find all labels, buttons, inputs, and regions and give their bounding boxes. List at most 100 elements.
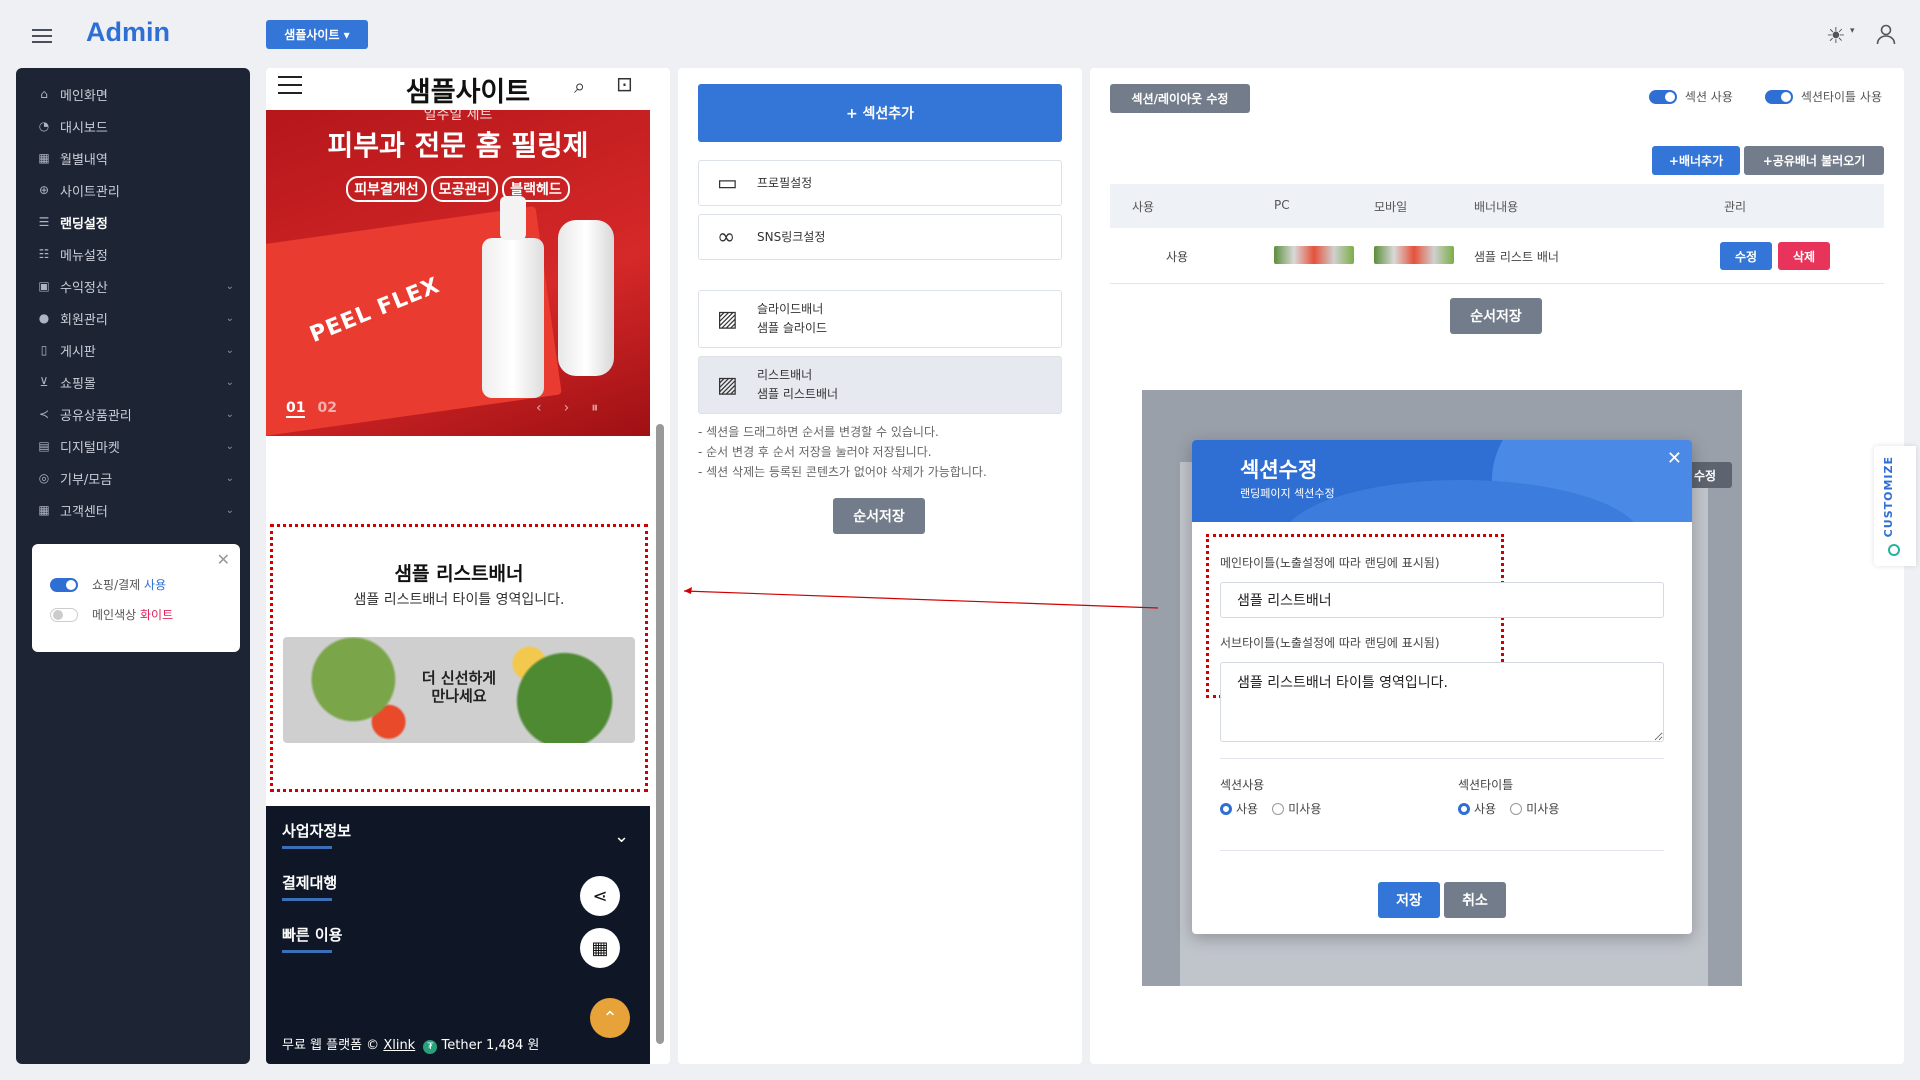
section-use-radio-yes[interactable]: 사용 [1220,800,1258,817]
chevron-down-icon: ⌄ [225,376,234,388]
col-pc: PC [1274,198,1290,212]
chevron-right-icon[interactable]: › [564,400,570,416]
sub-title-label: 서브타이틀(노출설정에 따라 랜딩에 표시됨) [1220,636,1440,650]
coins-icon: ◎ [38,471,50,485]
sidebar-item-shared-products[interactable]: ≺ 공유상품관리 ⌄ [16,398,250,430]
sidebar-item-digital-market[interactable]: ▤ 디지털마켓 ⌄ [16,430,250,462]
list-banner-image[interactable]: 더 신선하게 만나세요 [283,637,635,743]
site-select-dropdown[interactable]: 샘플사이트 ▾ [266,20,368,49]
user-profile-icon[interactable] [1874,22,1898,46]
sidebar-item-main[interactable]: ⌂ 메인화면 [16,78,250,110]
sidebar-item-landing[interactable]: ☰ 랜딩설정 [16,206,250,238]
sidebar-item-dashboard[interactable]: ◔ 대시보드 [16,110,250,142]
section-item-slide-banner[interactable]: ▨ 슬라이드배너 샘플 슬라이드 [698,290,1062,348]
hero-title: 피부과 전문 홈 필링제 [327,129,589,162]
sections-help-text: - 섹션을 드래그하면 순서를 변경할 수 있습니다. - 순서 변경 후 순서… [698,425,987,479]
lock-icon: ▣ [38,279,50,293]
scroll-top-icon[interactable]: ⌃ [590,998,630,1038]
sidebar-item-revenue[interactable]: ▣ 수익정산 ⌄ [16,270,250,302]
chevron-down-icon[interactable]: ⌄ [614,826,629,847]
calendar-icon: ▦ [38,151,50,165]
slide-banner[interactable]: 일주일 세트 피부과 전문 홈 필링제 피부결개선 모공관리 블랙헤드 PEEL… [266,110,650,436]
home-icon: ⌂ [40,87,48,101]
footer-underline [282,898,332,901]
section-title-radio-yes[interactable]: 사용 [1458,800,1496,817]
sidebar-item-board[interactable]: ▯ 게시판 ⌄ [16,334,250,366]
divider [1220,850,1664,851]
qr-code-icon[interactable]: ▦ [580,928,620,968]
chevron-down-icon: ⌄ [225,408,234,420]
edit-button[interactable]: 수정 [1720,242,1772,270]
hero-tag: 모공관리 [430,176,499,202]
cart-icon: ⊻ [39,375,49,389]
pause-icon[interactable]: ⏸ [591,400,598,416]
slide-number-next[interactable]: 02 [317,400,336,418]
share-icon[interactable]: ⋖ [580,876,620,916]
globe-icon: ⊕ [38,183,50,197]
editor-toggles: 섹션 사용 섹션타이틀 사용 [1648,88,1882,105]
radio-icon [1458,802,1470,815]
section-item-sns[interactable]: ∞ SNS링크설정 [698,214,1062,260]
sidebar-item-support[interactable]: ▦ 고객센터 ⌄ [16,494,250,526]
sidebar-item-donation[interactable]: ◎ 기부/모금 ⌄ [16,462,250,494]
add-banner-button[interactable]: +배너추가 [1652,146,1740,175]
cancel-button[interactable]: 취소 [1444,882,1506,918]
theme-gear-icon[interactable]: ☀ [1826,24,1846,49]
sidebar-item-monthly[interactable]: ▦ 월별내역 [16,142,250,174]
section-title-label: 섹션타이틀 [1458,778,1514,792]
search-icon[interactable]: ⌕ [574,74,585,98]
calendar-icon: ▦ [38,503,50,517]
table-row: 사용 샘플 리스트 배너 수정 삭제 [1110,228,1884,284]
sidebar-item-menu[interactable]: ☷ 메뉴설정 [16,238,250,270]
section-use-label: 섹션사용 [1220,778,1265,792]
section-use-toggle[interactable] [1648,89,1677,104]
slide-number-current[interactable]: 01 [286,400,306,418]
row-use-label: 사용 [1166,250,1189,264]
pc-banner-thumbnail[interactable] [1274,246,1354,264]
section-use-toggle-group: 섹션 사용 [1648,88,1733,105]
chevron-down-icon[interactable]: ▾ [1850,26,1855,36]
save-button[interactable]: 저장 [1378,882,1440,918]
section-title-radio-no[interactable]: 미사용 [1510,800,1559,817]
close-icon[interactable]: ✕ [1667,448,1682,469]
footer-underline [282,846,332,849]
footer-item-business-info[interactable]: 사업자정보 [282,820,351,841]
main-color-toggle[interactable] [50,607,78,622]
radio-icon [1510,802,1523,815]
section-item-profile[interactable]: ▭ 프로필설정 [698,160,1062,206]
profile-card-icon: ▭ [717,170,738,196]
load-shared-banner-button[interactable]: +공유배너 불러오기 [1744,146,1884,175]
shopping-bag-icon[interactable]: ⊡ [616,72,633,96]
sidebar-item-shop[interactable]: ⊻ 쇼핑몰 ⌄ [16,366,250,398]
sections-panel: + 섹션추가 ▭ 프로필설정 ∞ SNS링크설정 ▨ 슬라이드배너 샘플 슬라이드… [678,68,1082,1064]
radio-icon [1272,802,1285,815]
section-use-radio-no[interactable]: 미사용 [1272,800,1321,817]
main-title-label: 메인타이틀(노출설정에 따라 랜딩에 표시됨) [1220,556,1440,570]
shop-pay-toggle[interactable] [50,577,78,592]
add-section-button[interactable]: + 섹션추가 [698,84,1062,142]
section-title-toggle[interactable] [1764,89,1793,104]
chevron-left-icon[interactable]: ‹ [536,400,542,416]
delete-button[interactable]: 삭제 [1778,242,1830,270]
sidebar-item-members[interactable]: ● 회원관리 ⌄ [16,302,250,334]
brand-logo[interactable]: Admin [86,17,170,48]
mobile-banner-thumbnail[interactable] [1374,246,1454,264]
list-banner-highlight: 샘플 리스트배너 샘플 리스트배너 타이틀 영역입니다. 더 신선하게 만나세요 [270,524,648,792]
save-order-button[interactable]: 순서저장 [833,498,925,534]
section-item-list-banner[interactable]: ▨ 리스트배너 샘플 리스트배너 [698,356,1062,414]
gallery-icon: ▨ [717,306,738,332]
hero-top-text: 일주일 세트 [423,110,493,123]
main-title-input[interactable] [1220,582,1664,618]
sidebar-item-site[interactable]: ⊕ 사이트관리 [16,174,250,206]
xlink-link[interactable]: Xlink [383,1038,415,1053]
customize-tab[interactable]: CUSTOMIZE [1874,446,1916,566]
hamburger-menu-icon[interactable] [32,29,52,43]
modal-header: 섹션수정 랜딩페이지 섹션수정 ✕ [1192,440,1692,522]
close-icon[interactable]: ✕ [217,550,230,569]
sub-title-textarea[interactable]: 샘플 리스트배너 타이틀 영역입니다. [1220,662,1664,742]
preview-scrollbar[interactable] [656,424,664,1044]
save-order-button[interactable]: 순서저장 [1450,298,1542,334]
footer-item-payment[interactable]: 결제대행 [282,872,337,893]
document-icon: ▤ [38,439,50,453]
footer-item-quick-use[interactable]: 빠른 이용 [282,924,342,945]
